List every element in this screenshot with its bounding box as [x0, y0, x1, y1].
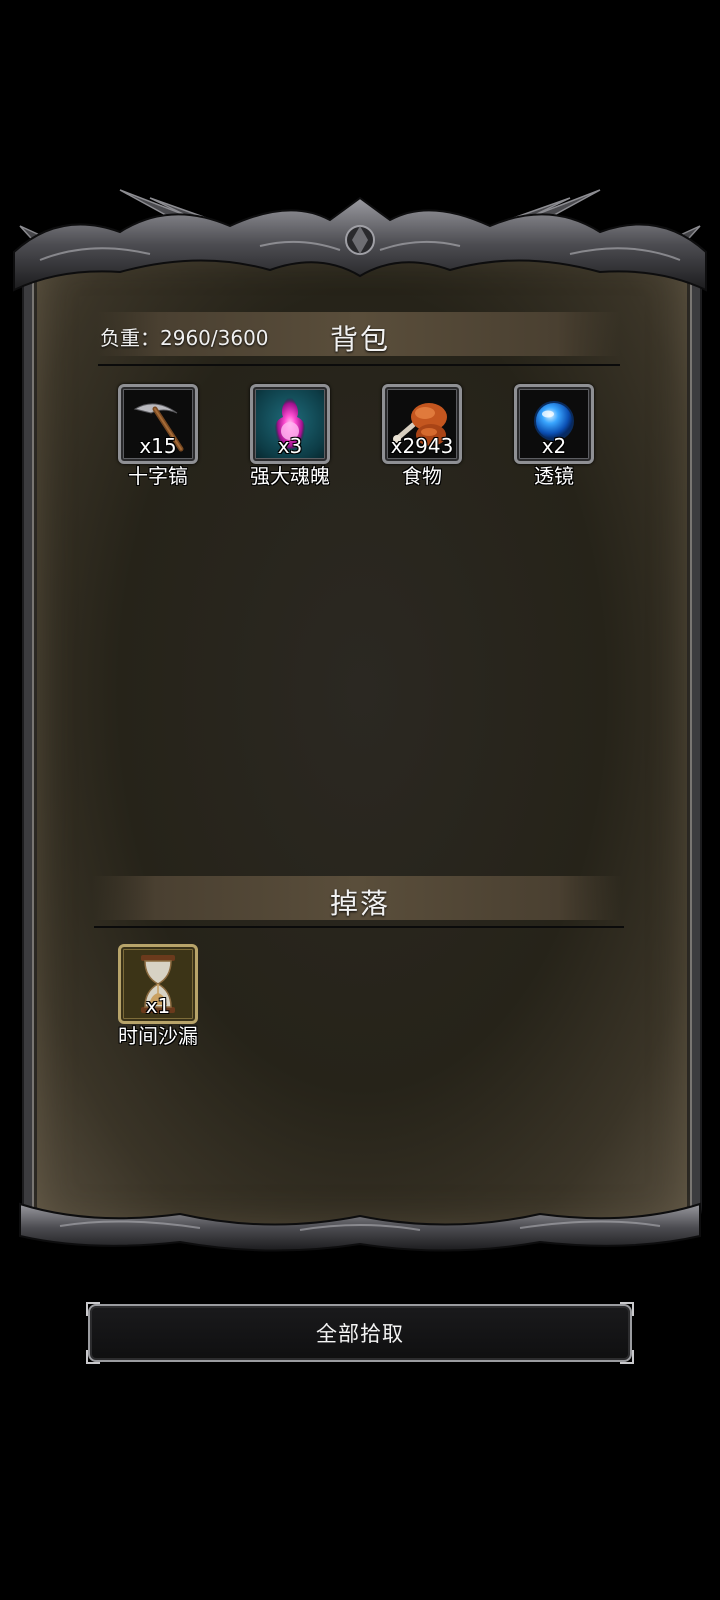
pick-all-label: 全部拾取: [316, 1322, 404, 1346]
frame-bottom-crown: [19, 1202, 701, 1252]
item-quantity: x3: [277, 434, 303, 458]
item-name: 透镜: [534, 464, 574, 488]
item-name: 十字镐: [128, 464, 188, 488]
item-name: 强大魂魄: [250, 464, 330, 488]
item-quantity: x1: [145, 994, 171, 1018]
drop-item-hourglass[interactable]: x1 时间沙漏: [108, 944, 208, 1054]
loot-screen: 负重：2960/3600 背包 x15 十字镐 x3 强大魂魄 x2943 食物…: [0, 0, 720, 1600]
item-food[interactable]: x2943 食物: [372, 384, 472, 494]
item-quantity: x2943: [390, 434, 454, 458]
drops-title: 掉落: [329, 887, 390, 920]
item-soul[interactable]: x3 强大魂魄: [240, 384, 340, 494]
drops-divider: [94, 926, 624, 928]
item-name: 时间沙漏: [118, 1024, 198, 1048]
pick-all-button[interactable]: 全部拾取: [86, 1302, 634, 1364]
item-pickaxe[interactable]: x15 十字镐: [108, 384, 208, 494]
item-lens[interactable]: x2 透镜: [504, 384, 604, 494]
backpack-title: 背包: [329, 323, 390, 356]
item-name: 食物: [402, 464, 442, 488]
item-quantity: x15: [139, 434, 177, 458]
frame-top-crown: [13, 196, 707, 292]
backpack-divider: [98, 364, 620, 366]
item-quantity: x2: [541, 434, 567, 458]
weight-label: 负重：2960/3600: [100, 326, 269, 350]
